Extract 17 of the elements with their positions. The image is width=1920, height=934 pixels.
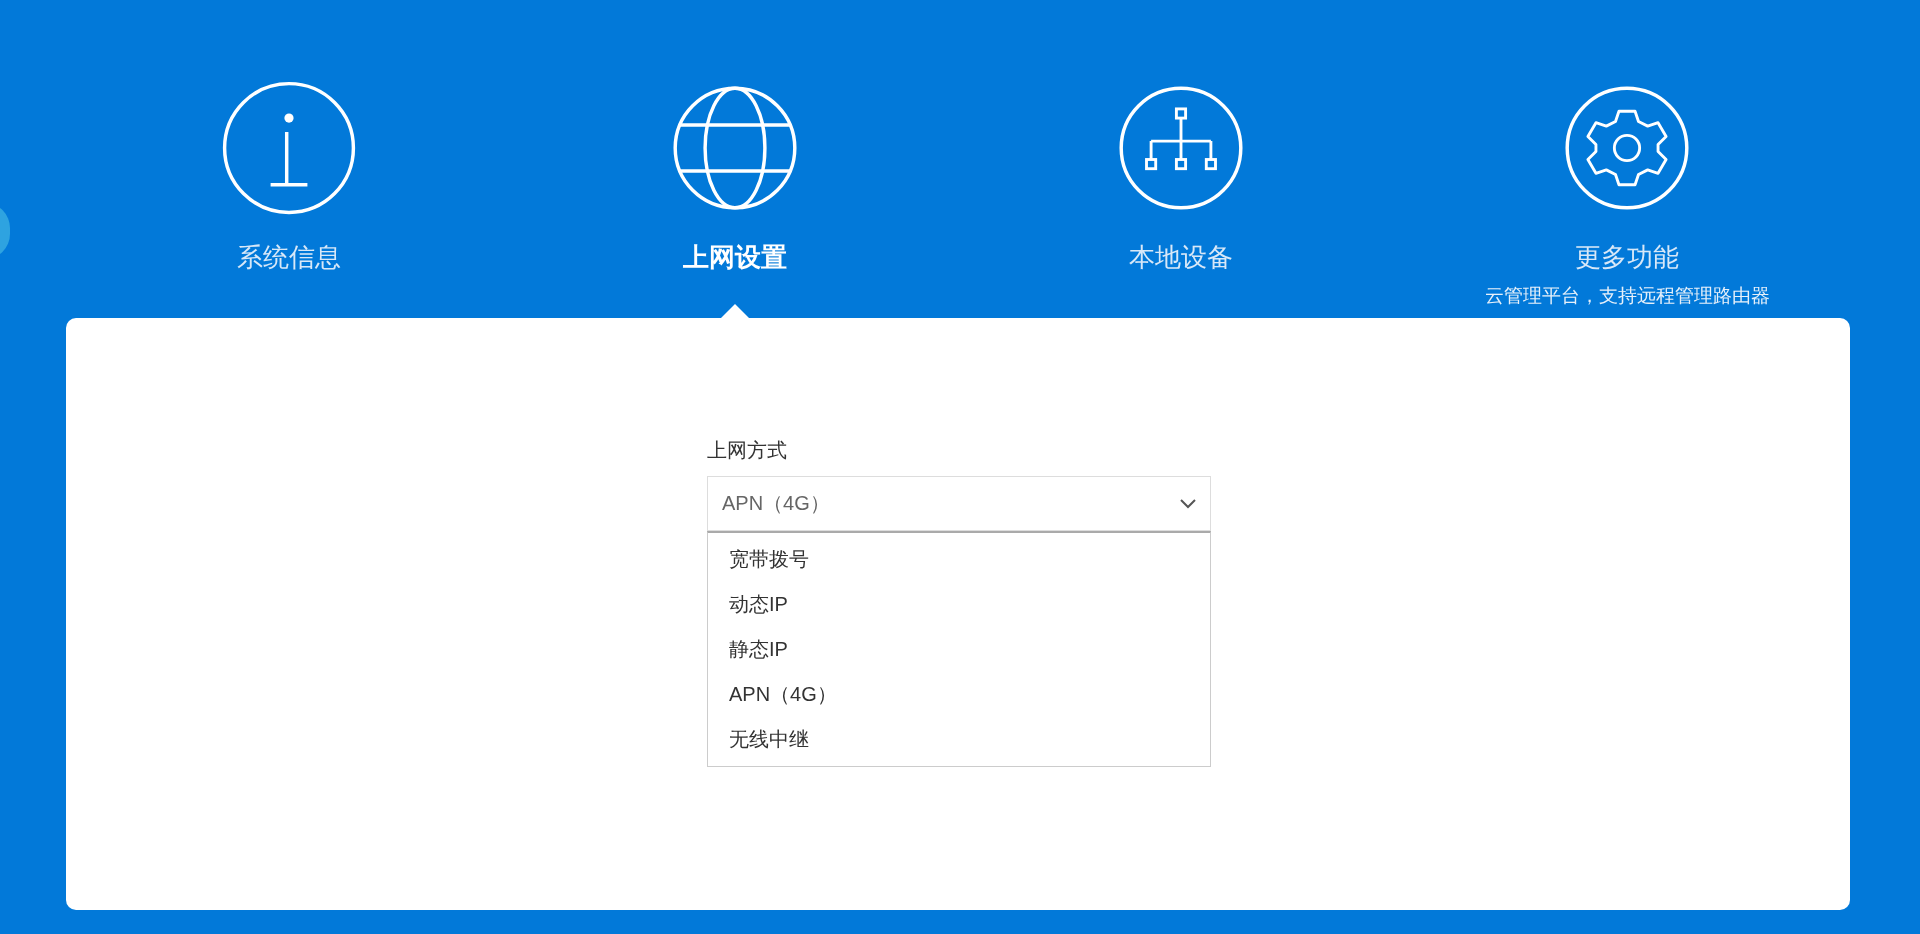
tab-label: 更多功能 <box>1575 241 1679 273</box>
nav-tab[interactable]: 本地设备 <box>958 79 1404 318</box>
tab-label: 系统信息 <box>237 241 341 273</box>
nav-tab[interactable]: 系统信息 <box>66 79 512 318</box>
dropdown-option[interactable]: 静态IP <box>708 627 1210 672</box>
select-field[interactable]: APN（4G） <box>707 476 1211 531</box>
dropdown-option[interactable]: APN（4G） <box>708 672 1210 717</box>
dropdown-option[interactable]: 宽带拨号 <box>708 537 1210 582</box>
field-label: 上网方式 <box>707 438 788 463</box>
tab-label: 本地设备 <box>1129 241 1233 273</box>
tab-label: 上网设置 <box>683 241 787 273</box>
dropdown-option[interactable]: 动态IP <box>708 582 1210 627</box>
info-icon <box>220 79 358 217</box>
nav-tab[interactable]: 更多功能 云管理平台，支持远程管理路由器 <box>1404 79 1850 318</box>
tab-subtitle: 云管理平台，支持远程管理路由器 <box>1484 284 1770 308</box>
chevron-icon <box>1180 498 1196 509</box>
dropdown-option[interactable]: 无线中继 <box>708 717 1210 762</box>
